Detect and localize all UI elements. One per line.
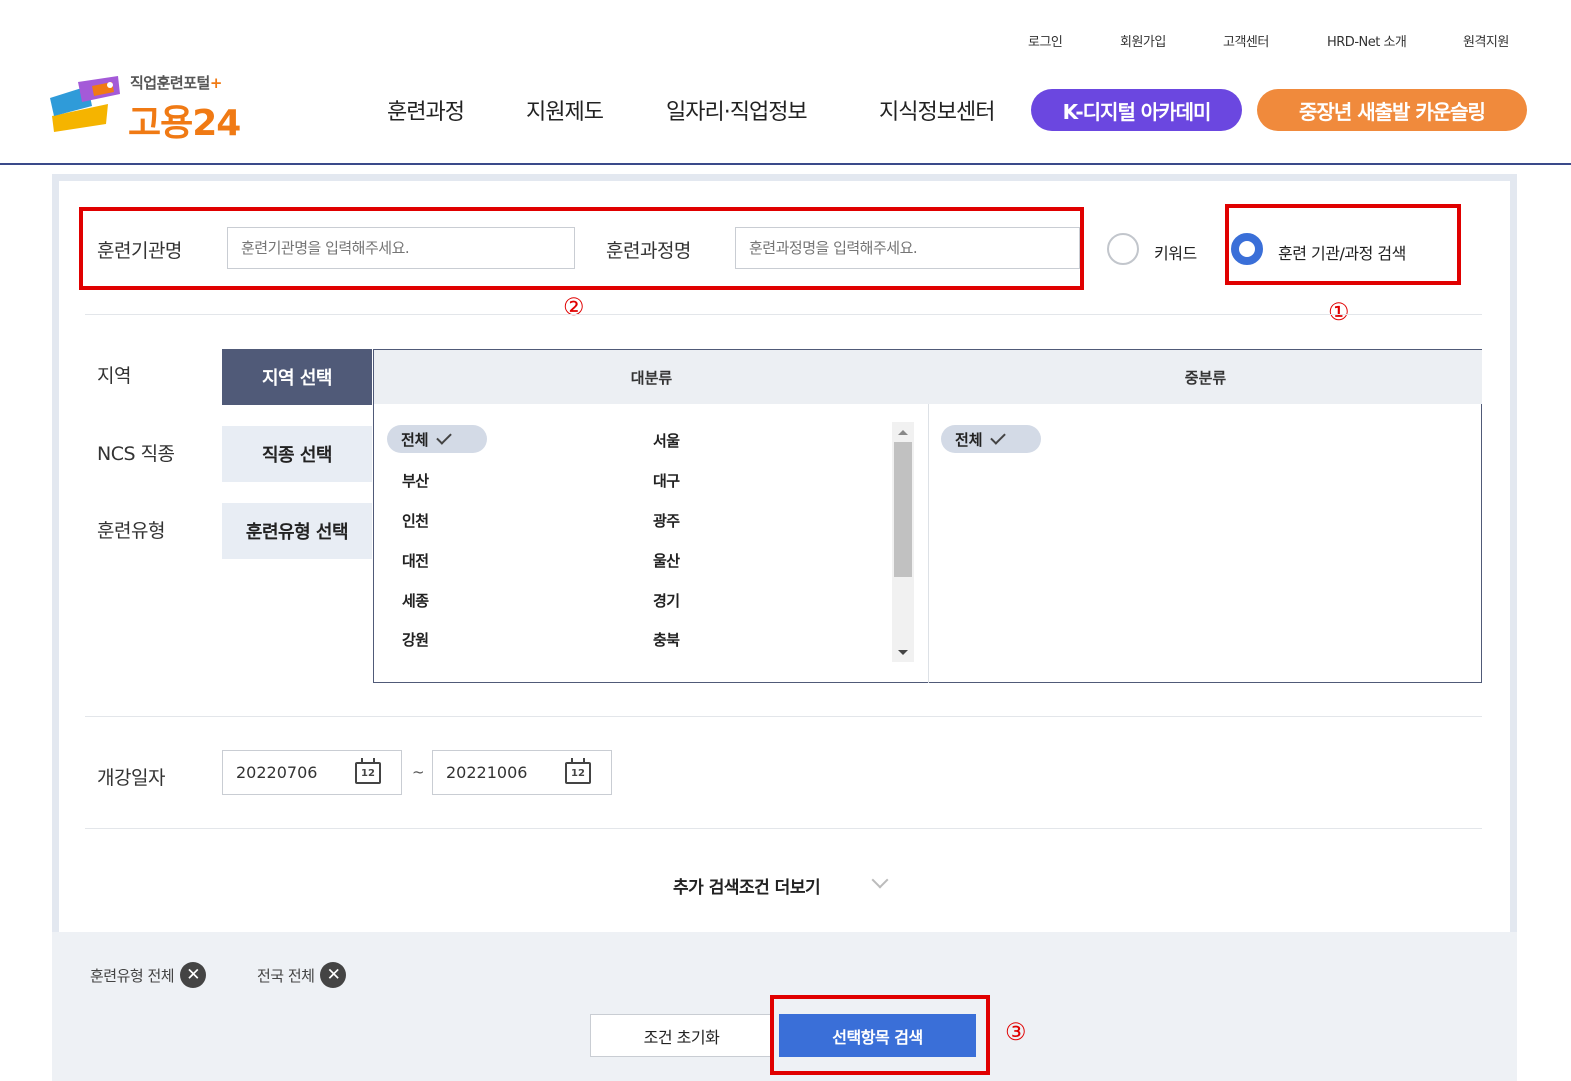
major-option[interactable]: 세종: [402, 590, 429, 611]
scroll-up-arrow-icon[interactable]: [898, 430, 908, 435]
major-option[interactable]: 부산: [402, 470, 429, 491]
nav-knowledge-center[interactable]: 지식정보센터: [879, 94, 995, 126]
annotation-marker-1: ①: [1328, 298, 1350, 326]
close-icon[interactable]: ✕: [180, 962, 207, 988]
row-divider: [85, 828, 1482, 829]
date-separator: ~: [412, 763, 425, 781]
nav-support-system[interactable]: 지원제도: [526, 94, 604, 126]
major-option[interactable]: 경기: [653, 590, 680, 611]
logo-title: 고용24: [128, 103, 241, 144]
logo-mark-icon: [50, 76, 120, 132]
major-scrollbar-thumb[interactable]: [894, 442, 912, 577]
row-divider: [85, 716, 1482, 717]
major-category-header: 대분류: [374, 350, 929, 404]
ncs-select-tab[interactable]: 직종 선택: [222, 426, 372, 482]
row-divider: [85, 314, 1482, 315]
ncs-label: NCS 직종: [97, 443, 175, 465]
major-option[interactable]: 울산: [653, 550, 680, 571]
keyword-radio[interactable]: [1107, 233, 1139, 265]
signup-link[interactable]: 회원가입: [1120, 31, 1166, 50]
scroll-down-arrow-icon[interactable]: [898, 650, 908, 655]
training-type-select-tab[interactable]: 훈련유형 선택: [222, 503, 372, 559]
column-divider: [928, 404, 929, 683]
nav-training-courses[interactable]: 훈련과정: [387, 94, 465, 126]
major-option[interactable]: 광주: [653, 510, 680, 531]
remote-support-link[interactable]: 원격지원: [1463, 31, 1509, 50]
midlife-counseling-button[interactable]: 중장년 새출발 카운슬링: [1257, 89, 1527, 131]
org-name-input[interactable]: [227, 227, 575, 269]
end-date-input[interactable]: 20221006 12: [432, 750, 612, 795]
org-course-radio[interactable]: [1231, 233, 1263, 265]
annotation-marker-3: ③: [1005, 1018, 1027, 1046]
mid-category-header: 중분류: [929, 350, 1482, 404]
start-date-label: 개강일자: [97, 767, 165, 789]
major-option[interactable]: 대구: [653, 470, 680, 491]
keyword-radio-label: 키워드: [1154, 244, 1197, 263]
site-logo[interactable]: 직업훈련포털+ 고용24: [48, 68, 278, 144]
login-link[interactable]: 로그인: [1028, 31, 1063, 50]
reset-conditions-button[interactable]: 조건 초기화: [590, 1014, 773, 1057]
calendar-icon[interactable]: 12: [565, 758, 591, 784]
training-type-label: 훈련유형: [97, 520, 165, 542]
hrd-net-about-link[interactable]: HRD-Net 소개: [1327, 31, 1407, 50]
filter-tag: 전국 전체 ✕: [257, 962, 347, 988]
major-option[interactable]: 충북: [653, 629, 680, 650]
header-divider: [0, 163, 1571, 165]
check-icon: [989, 429, 1006, 445]
org-course-radio-label: 훈련 기관/과정 검색: [1278, 244, 1406, 263]
course-name-label: 훈련과정명: [606, 240, 691, 262]
search-selected-button[interactable]: 선택항목 검색: [779, 1014, 976, 1057]
filter-tag: 훈련유형 전체 ✕: [90, 962, 207, 988]
course-name-input[interactable]: [735, 227, 1080, 269]
customer-center-link[interactable]: 고객센터: [1223, 31, 1269, 50]
logo-subtitle: 직업훈련포털+: [130, 74, 222, 92]
nav-job-info[interactable]: 일자리·직업정보: [666, 94, 808, 126]
region-selection-box: 대분류 중분류 전체 부산 인천 대전 세종 강원 서울 대구 광주 울산 경기…: [373, 349, 1482, 683]
start-date-input[interactable]: 20220706 12: [222, 750, 402, 795]
k-digital-academy-button[interactable]: K-디지털 아카데미: [1031, 89, 1242, 131]
major-option[interactable]: 인천: [402, 510, 429, 531]
region-label: 지역: [97, 365, 131, 387]
major-option[interactable]: 강원: [402, 629, 429, 650]
more-conditions-toggle[interactable]: 추가 검색조건 더보기: [673, 873, 821, 898]
search-footer: [52, 932, 1517, 1081]
major-all-chip[interactable]: 전체: [387, 425, 487, 453]
close-icon[interactable]: ✕: [320, 962, 347, 988]
annotation-marker-2: ②: [563, 293, 585, 321]
check-icon: [435, 429, 452, 445]
mid-all-chip[interactable]: 전체: [941, 425, 1041, 453]
region-select-tab[interactable]: 지역 선택: [222, 349, 372, 405]
org-name-label: 훈련기관명: [97, 240, 182, 262]
calendar-icon[interactable]: 12: [355, 758, 381, 784]
major-option[interactable]: 서울: [653, 430, 680, 451]
major-option[interactable]: 대전: [402, 550, 429, 571]
